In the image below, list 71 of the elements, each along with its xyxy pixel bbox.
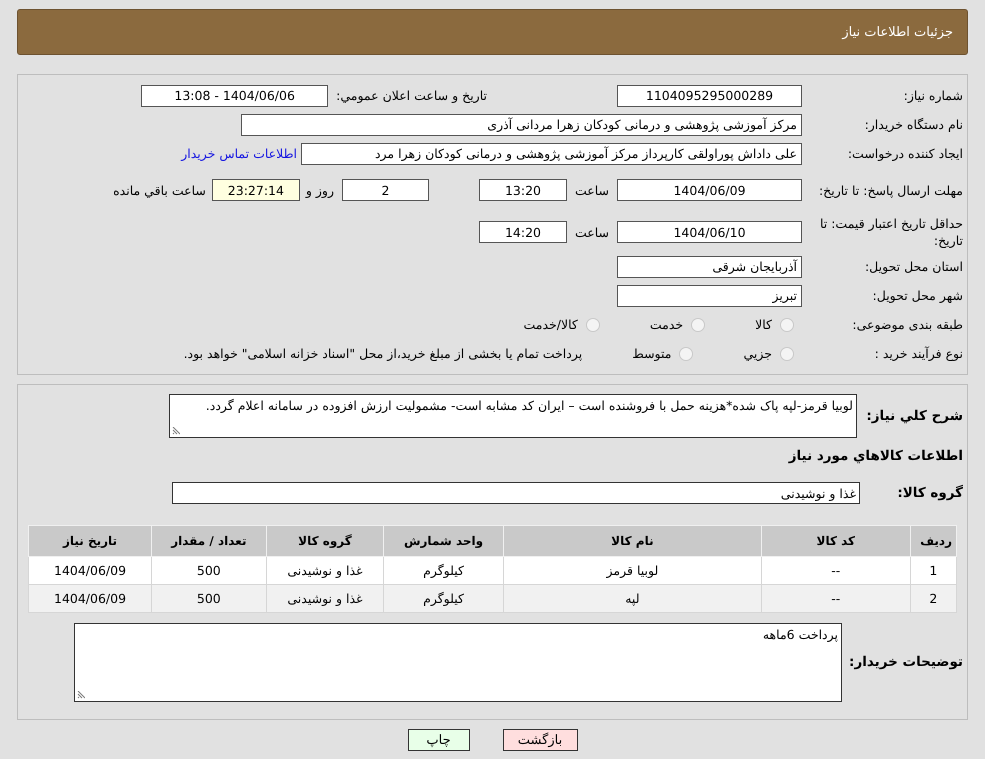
field-label: ایجاد کننده درخواست: — [846, 145, 964, 162]
table-cell: -- — [761, 556, 910, 584]
page-title: جزئیات اطلاعات نیاز — [842, 24, 953, 40]
radio-label: کالا/خدمت — [523, 317, 578, 332]
table-cell: -- — [761, 584, 910, 612]
print-button[interactable]: چاپ — [408, 729, 470, 751]
radio-label: متوسط — [632, 346, 672, 361]
radio-label: کالا — [755, 317, 772, 332]
time-label: ساعت — [574, 224, 609, 240]
radio-button[interactable] — [586, 318, 600, 332]
field-label: توضیحات خریدار: — [848, 654, 964, 670]
need-number-field: 1104095295000289 — [617, 84, 802, 106]
description-text: لوبیا قرمز-لپه پاک شده*هزینه حمل با فروشنده است – ایران کد مشابه است- مشمولیت ارزش افزوده در سامانه اعلام گردد. — [206, 398, 853, 413]
radio-button[interactable] — [679, 346, 694, 360]
radio-label: خدمت — [650, 317, 684, 332]
back-button[interactable]: بازگشت — [502, 729, 578, 751]
column-header: گروه کالا — [266, 526, 384, 556]
announce-date-field: 1404/06/06 - 13:08 — [141, 84, 328, 106]
field-label: شرح كلي نياز: — [865, 408, 964, 424]
radio-button[interactable] — [691, 318, 706, 332]
buyer-field: مرکز آموزشی پژوهشی و درمانی کودکان زهرا مردانی آذری — [241, 114, 802, 136]
field-label: گروه کالا: — [896, 484, 964, 502]
column-header: واحد شمارش — [384, 526, 504, 556]
city-field: تبریز — [617, 284, 802, 306]
province-field: آذربایجان شرقی — [617, 256, 802, 278]
field-label: طبقه بندی موضوعی: — [851, 316, 964, 333]
buyer-notes-text: پرداخت 6ماهه — [762, 626, 838, 642]
days-label: روز و — [306, 182, 334, 198]
column-header: رديف — [910, 526, 956, 556]
field-label: شهر محل تحویل: — [872, 287, 964, 304]
field-label: شماره نیاز: — [902, 87, 964, 104]
column-header: تعداد / مقدار — [152, 526, 266, 556]
field-label: نوع فرآیند خرید : — [874, 345, 964, 362]
remaining-label: ساعت باقي مانده — [113, 182, 206, 198]
table-cell: 500 — [152, 556, 266, 584]
resize-grip-icon[interactable] — [172, 427, 180, 435]
days-field: 2 — [342, 179, 429, 201]
validity-date-field: 1404/06/10 — [617, 221, 802, 243]
process-note: پرداخت تمام یا بخشی از مبلغ خرید،از محل "اسناد خزانه اسلامی" خواهد بود. — [184, 346, 582, 361]
table-cell: غذا و نوشیدنی — [266, 556, 384, 584]
validity-time-field: 14:20 — [478, 221, 567, 243]
field-label: استان محل تحویل: — [864, 258, 964, 275]
column-header: تاریخ نیاز — [28, 526, 152, 556]
table-cell: کیلوگرم — [384, 556, 504, 584]
table-cell: 1 — [910, 556, 956, 584]
radio-label: جزیي — [743, 346, 772, 361]
table-cell: 2 — [910, 584, 956, 612]
remaining-time-field: 23:27:14 — [212, 179, 300, 201]
table-cell: 1404/06/09 — [28, 584, 152, 612]
field-label: نام دستگاه خریدار: — [864, 116, 964, 133]
column-header: نام کالا — [503, 526, 762, 556]
resize-grip-icon[interactable] — [77, 690, 85, 698]
section-title: اطلاعات كالاهاي مورد نياز — [787, 448, 964, 464]
field-label: حداقل تاریخ اعتبار قیمت: تا تاریخ: — [818, 215, 964, 249]
table-cell: 500 — [152, 584, 266, 612]
radio-button[interactable] — [780, 346, 794, 360]
deadline-date-field: 1404/06/09 — [617, 179, 802, 201]
field-label: مهلت ارسال پاسخ: تا تاریخ: — [818, 182, 964, 198]
table-cell: لوبیا قرمز — [503, 556, 762, 584]
time-label: ساعت — [574, 182, 609, 198]
requester-field: علی داداش پوراولقی کارپرداز مرکز آموزشی پژوهشی و درمانی کودکان زهرا مرد — [301, 142, 802, 164]
radio-button[interactable] — [780, 318, 794, 332]
table-cell: غذا و نوشیدنی — [266, 584, 384, 612]
table-cell: کیلوگرم — [384, 584, 504, 612]
buyer-contact-link[interactable]: اطلاعات تماس خریدار — [181, 146, 297, 161]
field-label: تاریخ و ساعت اعلان عمومي: — [336, 88, 487, 103]
deadline-time-field: 13:20 — [478, 179, 567, 201]
goods-group-text: غذا و نوشیدنی — [780, 486, 856, 501]
column-header: کد کالا — [761, 526, 910, 556]
table-cell: لپه — [503, 584, 762, 612]
table-cell: 1404/06/09 — [28, 556, 152, 584]
